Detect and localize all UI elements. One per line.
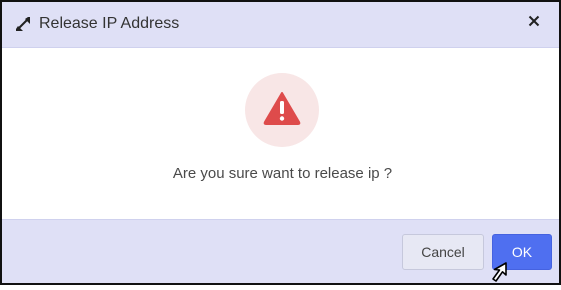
close-icon (528, 14, 540, 32)
dialog-title: Release IP Address (39, 15, 180, 32)
dialog-body: Are you sure want to release ip ? (2, 48, 559, 219)
dialog-header: Release IP Address (2, 2, 559, 48)
cancel-button[interactable]: Cancel (402, 234, 484, 270)
confirm-message: Are you sure want to release ip ? (172, 165, 393, 182)
mouse-pointer-icon (490, 261, 512, 285)
expand-arrows-icon[interactable] (14, 15, 32, 33)
warning-badge (245, 73, 319, 147)
release-ip-dialog: Release IP Address Are you sure want to … (0, 0, 561, 285)
close-button[interactable] (523, 12, 545, 34)
dialog-footer: Cancel OK (2, 219, 559, 283)
warning-triangle-icon (263, 91, 301, 130)
